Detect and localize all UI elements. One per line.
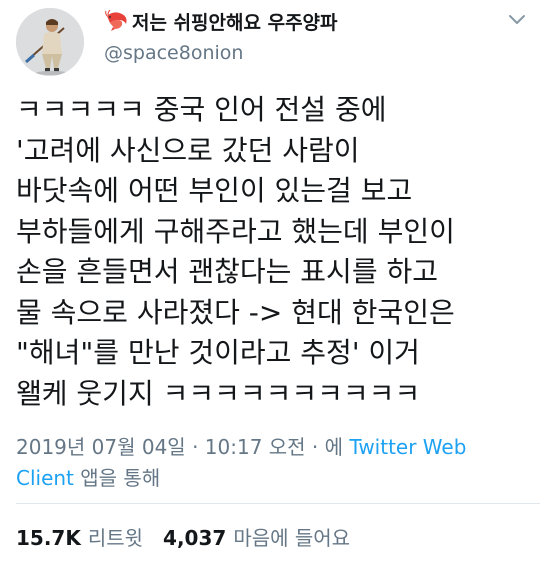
timestamp[interactable]: 2019년 07월 04일 · 10:17 오전 · 에 [16, 435, 343, 459]
likes-stat[interactable]: 4,037 마음에 들어요 [163, 524, 350, 552]
tweet-stats: 15.7K 리트윗 4,037 마음에 들어요 [16, 524, 350, 552]
tweet-line: 물 속으로 사라졌다 -> 현대 한국인은 [16, 295, 455, 329]
shrimp-icon [104, 9, 130, 32]
tweet-line: "해녀"를 만난 것이라고 추정' 이거 [16, 336, 420, 369]
avatar[interactable] [16, 8, 84, 76]
tweet-meta: 2019년 07월 04일 · 10:17 오전 · 에 Twitter Web… [16, 432, 516, 494]
tweet-line: 부하들에게 구해주라고 했는데 부인이 [16, 214, 455, 248]
like-label: 마음에 들어요 [233, 526, 351, 550]
tweet-line: ㅋㅋㅋㅋㅋ 중국 인어 전설 중에 [16, 93, 387, 126]
via-link[interactable]: Twitter Web [349, 435, 466, 459]
retweet-label: 리트윗 [87, 526, 144, 550]
chevron-down-icon[interactable] [508, 12, 526, 26]
like-count: 4,037 [163, 526, 227, 550]
retweet-count: 15.7K [16, 526, 81, 550]
tweet-line: '고려에 사신으로 갔던 사람이 [16, 133, 360, 167]
display-name[interactable]: 저는 쉬핑안해요 우주양파 [132, 8, 338, 35]
user-header: 저는 쉬핑안해요 우주양파 @space8onion [104, 6, 338, 64]
tweet-line: 손을 흔들면서 괜찮다는 표시를 하고 [16, 255, 439, 288]
name-row[interactable]: 저는 쉬핑안해요 우주양파 [104, 6, 338, 36]
tweet-line: 왤케 웃기지 ㅋㅋㅋㅋㅋㅋㅋㅋㅋㅋ [16, 376, 421, 410]
tweet-text: ㅋㅋㅋㅋㅋ 중국 인어 전설 중에 '고려에 사신으로 갔던 사람이 바닷속에 … [16, 90, 536, 414]
retweets-stat[interactable]: 15.7K 리트윗 [16, 524, 143, 552]
via-link-cont[interactable]: Client [16, 466, 74, 490]
tweet-line: 바닷속에 어떤 부인이 있는걸 보고 [16, 174, 413, 207]
user-handle[interactable]: @space8onion [104, 42, 338, 64]
divider [16, 503, 540, 504]
tweet-card: 저는 쉬핑안해요 우주양파 @space8onion ㅋㅋㅋㅋㅋ 중국 인어 전… [0, 0, 540, 570]
avatar-image [16, 8, 84, 76]
via-suffix: 앱을 통해 [80, 466, 161, 490]
